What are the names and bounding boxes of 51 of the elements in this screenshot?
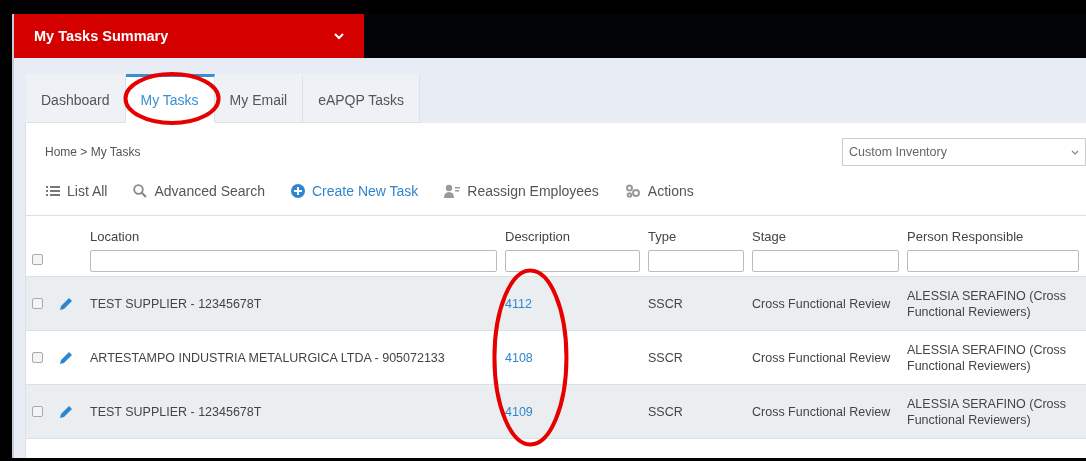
filter-field[interactable] [90, 249, 497, 272]
column-header: Type [648, 228, 678, 244]
table-cell-text: Cross Functional Review [752, 296, 892, 311]
page-title: My Tasks Summary [34, 28, 169, 44]
checkbox[interactable] [32, 254, 43, 265]
description-link[interactable]: 4112 [505, 296, 532, 311]
table-cell-text: SSCR [648, 404, 684, 419]
column-header: Person Responsible [907, 228, 1025, 244]
table-cell-text: SSCR [648, 296, 684, 311]
filter-field[interactable] [907, 249, 1079, 272]
description-link[interactable]: 4109 [505, 404, 533, 419]
table-cell-text: SSCR [648, 350, 684, 365]
column-header: Description [505, 228, 572, 244]
tab[interactable]: Dashboard [26, 74, 126, 123]
header-bar[interactable]: My Tasks Summary [14, 14, 364, 58]
column-header: Stage [752, 228, 787, 244]
pencil-icon[interactable] [59, 404, 73, 419]
pencil-icon[interactable] [59, 296, 73, 311]
filter-field[interactable] [648, 249, 744, 272]
toolbar-button[interactable]: List All [46, 183, 108, 199]
chevron-down-icon [334, 32, 344, 40]
filter-field[interactable] [505, 249, 640, 272]
table-cell-text: ALESSIA SERAFINO (Cross Functional Reviewers) [907, 395, 1068, 428]
checkbox[interactable] [32, 352, 43, 363]
chevron-down-icon [1071, 149, 1079, 155]
tab[interactable]: eAPQP Tasks [303, 74, 420, 123]
gears-icon [624, 184, 641, 198]
breadcrumb: Home > My Tasks [45, 145, 141, 159]
list-icon [46, 185, 60, 197]
checkbox[interactable] [32, 406, 43, 417]
tab[interactable]: My Email [214, 74, 304, 123]
view-dropdown[interactable]: Custom Inventory [842, 138, 1086, 166]
toolbar-button[interactable]: Advanced Search [133, 183, 265, 199]
table-cell-text: TEST SUPPLIER - 12345678T [90, 296, 263, 311]
search-icon [133, 184, 148, 198]
person-icon [444, 184, 461, 198]
table-cell-text: Cross Functional Review [752, 350, 892, 365]
toolbar-button[interactable]: Create New Task [291, 183, 419, 199]
checkbox[interactable] [32, 298, 43, 309]
table-cell-text: TEST SUPPLIER - 12345678T [90, 404, 263, 419]
table-cell-text: ALESSIA SERAFINO (Cross Functional Reviewers) [907, 341, 1068, 374]
toolbar-button[interactable]: Actions [624, 183, 694, 199]
table-cell-text: ALESSIA SERAFINO (Cross Functional Reviewers) [907, 287, 1068, 320]
table-cell-text: Cross Functional Review [752, 404, 892, 419]
pencil-icon[interactable] [59, 350, 73, 365]
column-header: Location [90, 228, 141, 244]
plus-circle-icon [291, 184, 305, 198]
toolbar-button[interactable]: Reassign Employees [444, 183, 599, 199]
description-link[interactable]: 4108 [505, 350, 533, 365]
filter-field[interactable] [752, 249, 899, 272]
table-cell-text: ARTESTAMPO INDUSTRIA METALURGICA LTDA - 905072133 [90, 350, 446, 365]
